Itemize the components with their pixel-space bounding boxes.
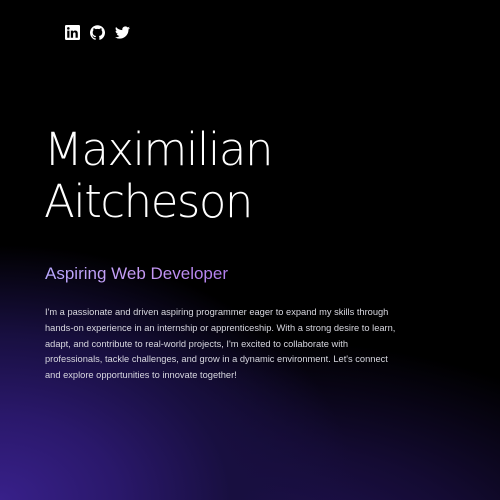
linkedin-icon	[64, 24, 80, 40]
twitter-link[interactable]	[114, 24, 130, 40]
hero-bio: I'm a passionate and driven aspiring pro…	[45, 307, 396, 381]
hero-last-name: Aitcheson	[44, 175, 253, 228]
social-links	[64, 24, 130, 40]
linkedin-link[interactable]	[64, 24, 80, 40]
github-icon	[89, 24, 105, 40]
twitter-icon	[114, 25, 130, 39]
github-link[interactable]	[89, 24, 105, 40]
hero-first-name: Maximilian	[44, 123, 273, 176]
hero-name: Maximilian Aitcheson	[44, 123, 273, 228]
hero-subtitle: Aspiring Web Developer	[45, 264, 228, 283]
